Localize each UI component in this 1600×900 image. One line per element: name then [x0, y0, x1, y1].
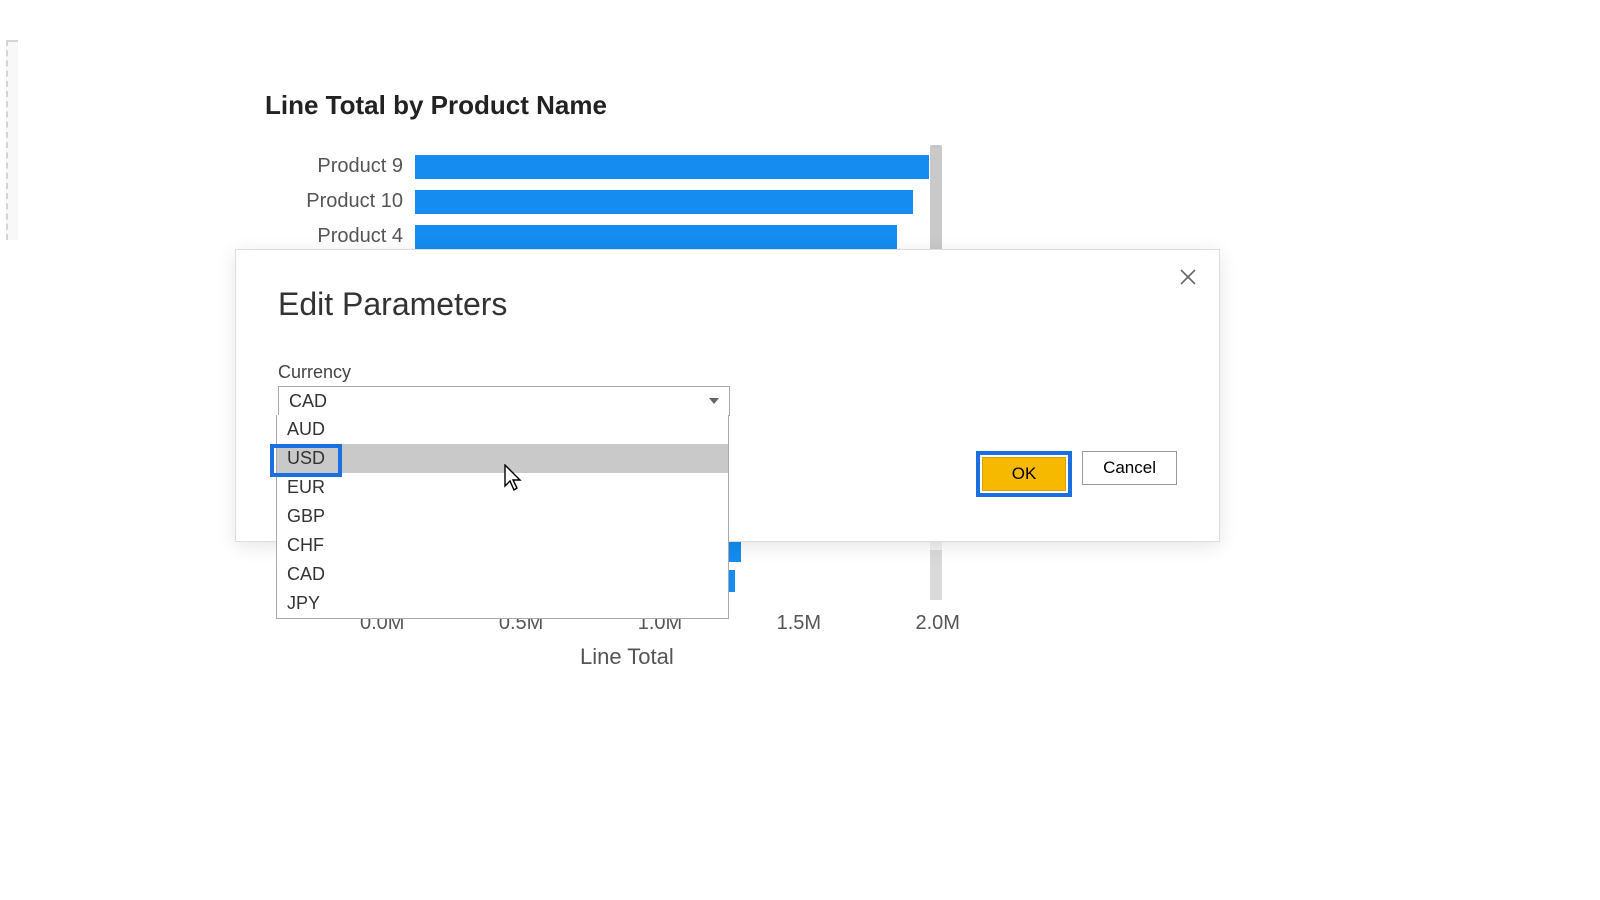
x-tick: 2.0M	[916, 612, 960, 635]
dropdown-option-chf[interactable]: CHF	[277, 531, 728, 560]
chart-title: Line Total by Product Name	[265, 90, 965, 121]
x-tick: 1.5M	[777, 612, 821, 635]
chevron-down-icon	[709, 398, 719, 404]
scrollbar-track-end	[930, 550, 942, 600]
bar[interactable]	[415, 225, 897, 249]
bar-label: Product 4	[265, 225, 415, 248]
dialog-title: Edit Parameters	[278, 286, 507, 323]
close-icon[interactable]	[1175, 264, 1201, 290]
ok-highlight: OK	[976, 451, 1072, 497]
dropdown-option-jpy[interactable]: JPY	[277, 589, 728, 618]
currency-label: Currency	[278, 362, 351, 383]
bar-label: Product 9	[265, 155, 415, 178]
bar[interactable]	[415, 155, 929, 179]
currency-select[interactable]: CAD	[278, 386, 730, 416]
currency-selected-value: CAD	[289, 391, 327, 412]
dropdown-option-gbp[interactable]: GBP	[277, 502, 728, 531]
chart-row: Product 9	[265, 149, 945, 184]
dropdown-option-cad[interactable]: CAD	[277, 560, 728, 589]
chart-plot-area: Product 9 Product 10 Product 4	[265, 149, 945, 254]
dropdown-option-aud[interactable]: AUD	[277, 415, 728, 444]
dropdown-option-eur[interactable]: EUR	[277, 473, 728, 502]
selection-handle	[6, 40, 18, 240]
dropdown-option-usd[interactable]: USD	[277, 444, 728, 473]
bar-label: Product 10	[265, 190, 415, 213]
dialog-button-row: OK Cancel	[976, 451, 1177, 497]
chart-row: Product 10	[265, 184, 945, 219]
ok-button[interactable]: OK	[982, 457, 1066, 491]
currency-dropdown[interactable]: AUD USD EUR GBP CHF CAD JPY	[276, 415, 729, 619]
cancel-button[interactable]: Cancel	[1082, 451, 1177, 485]
bar[interactable]	[415, 190, 913, 214]
bar-chart: Line Total by Product Name Product 9 Pro…	[265, 90, 965, 254]
x-axis-title: Line Total	[580, 644, 674, 670]
